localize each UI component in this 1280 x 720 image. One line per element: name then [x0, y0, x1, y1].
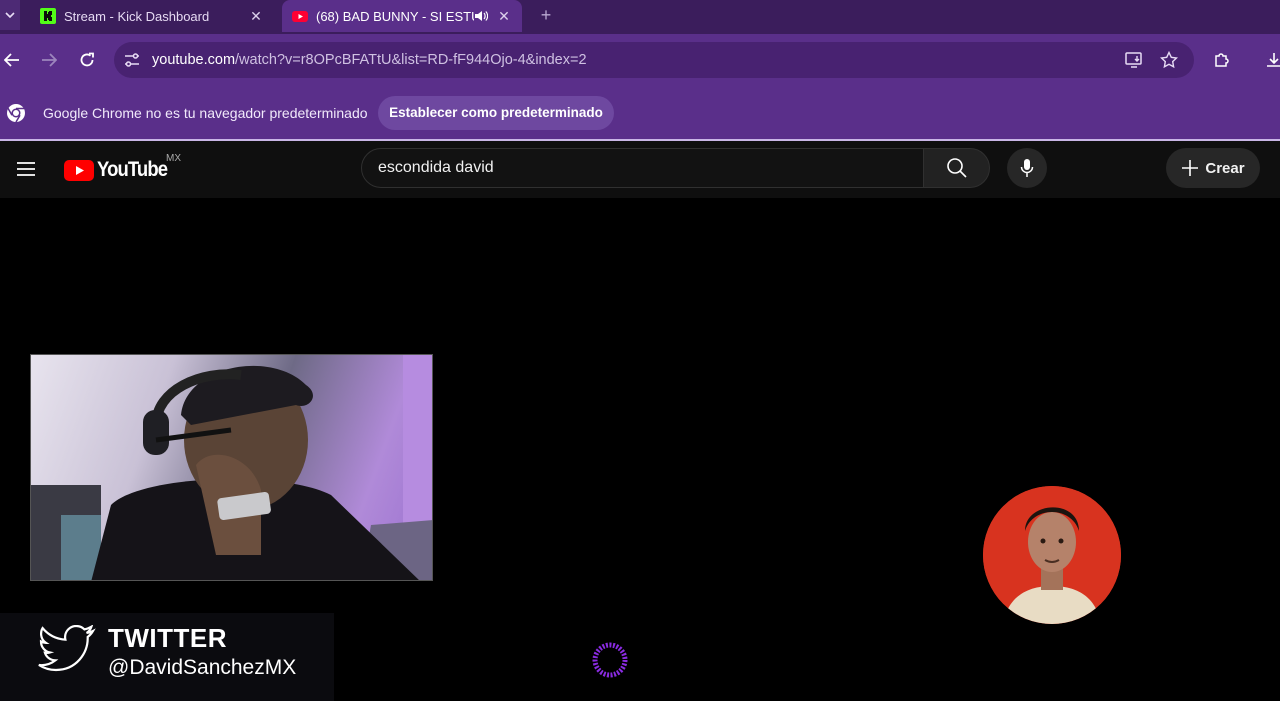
url-path: /watch?v=r8OPcBFATtU&list=RD-fF944Ojo-4&… [235, 52, 587, 68]
speaker-icon[interactable] [474, 10, 490, 22]
default-browser-infobar: Google Chrome no es tu navegador predete… [0, 86, 1280, 140]
url-text[interactable]: youtube.com/watch?v=r8OPcBFATtU&list=RD-… [152, 42, 587, 78]
search-input[interactable]: escondida david [361, 148, 924, 188]
bookmark-star-icon[interactable] [1159, 50, 1179, 74]
twitter-handle: @DavidSanchezMX [108, 656, 297, 679]
chevron-down-icon [5, 12, 15, 18]
infobar-message: Google Chrome no es tu navegador predete… [43, 105, 368, 121]
url-domain: youtube.com [152, 52, 236, 68]
audio-visualizer [586, 637, 634, 683]
twitter-title: TWITTER [108, 623, 228, 653]
create-button[interactable]: Crear [1166, 148, 1260, 188]
webcam-feed [30, 354, 433, 581]
new-tab-button[interactable]: + [536, 4, 556, 26]
artist-avatar [983, 486, 1121, 624]
youtube-play-icon [64, 159, 94, 181]
address-bar[interactable]: youtube.com/watch?v=r8OPcBFATtU&list=RD-… [114, 42, 1194, 78]
set-default-button[interactable]: Establecer como predeterminado [378, 96, 614, 130]
tab-search-button[interactable] [0, 0, 20, 30]
forward-button[interactable] [37, 48, 61, 72]
create-label: Crear [1205, 159, 1245, 177]
tab-title: Stream - Kick Dashboard [64, 8, 210, 24]
chrome-logo-icon [6, 103, 26, 123]
search-icon [946, 158, 967, 178]
country-code: MX [166, 153, 181, 164]
download-icon [1267, 53, 1280, 67]
page-content-strip [0, 701, 1280, 720]
twitter-bird-icon [38, 624, 96, 675]
plus-icon [1182, 160, 1199, 176]
arrow-right-icon [42, 53, 57, 67]
toolbar: youtube.com/watch?v=r8OPcBFATtU&list=RD-… [0, 34, 1280, 86]
artist-portrait-image [983, 486, 1121, 624]
search-button[interactable] [923, 148, 990, 188]
youtube-wordmark: YouTube [97, 158, 168, 181]
site-settings-icon[interactable] [122, 50, 142, 70]
back-button[interactable] [0, 48, 24, 72]
reload-button[interactable] [75, 48, 99, 72]
install-app-icon[interactable] [1125, 51, 1143, 74]
youtube-logo-icon [292, 8, 308, 24]
menu-icon[interactable] [14, 157, 38, 181]
search-query: escondida david [378, 159, 494, 176]
close-icon[interactable]: ✕ [496, 8, 512, 25]
arrow-left-icon [4, 53, 19, 67]
kick-logo-icon [40, 8, 56, 24]
twitter-overlay: TWITTER @DavidSanchezMX [0, 613, 334, 701]
visualizer-ring-icon [592, 642, 628, 678]
tab-strip: Stream - Kick Dashboard ✕ (68) BAD BUNNY… [0, 0, 1280, 34]
tab-title: (68) BAD BUNNY - SI ESTUVIÉSEMOS JUNTOS [316, 8, 474, 24]
youtube-masthead: YouTube MX escondida david Crear [0, 141, 1280, 198]
puzzle-icon [1215, 53, 1229, 67]
youtube-logo[interactable]: YouTube [64, 157, 177, 183]
extensions-button[interactable] [1210, 48, 1234, 72]
close-icon[interactable]: ✕ [248, 8, 264, 25]
microphone-icon [1020, 159, 1034, 177]
streamer-webcam-image [31, 355, 432, 580]
voice-search-button[interactable] [1007, 148, 1047, 188]
downloads-button[interactable] [1262, 48, 1280, 72]
tab-youtube-video[interactable]: (68) BAD BUNNY - SI ESTUVIÉSEMOS JUNTOS … [282, 0, 522, 32]
tab-kick-dashboard[interactable]: Stream - Kick Dashboard ✕ [30, 0, 274, 32]
reload-icon [80, 52, 94, 67]
